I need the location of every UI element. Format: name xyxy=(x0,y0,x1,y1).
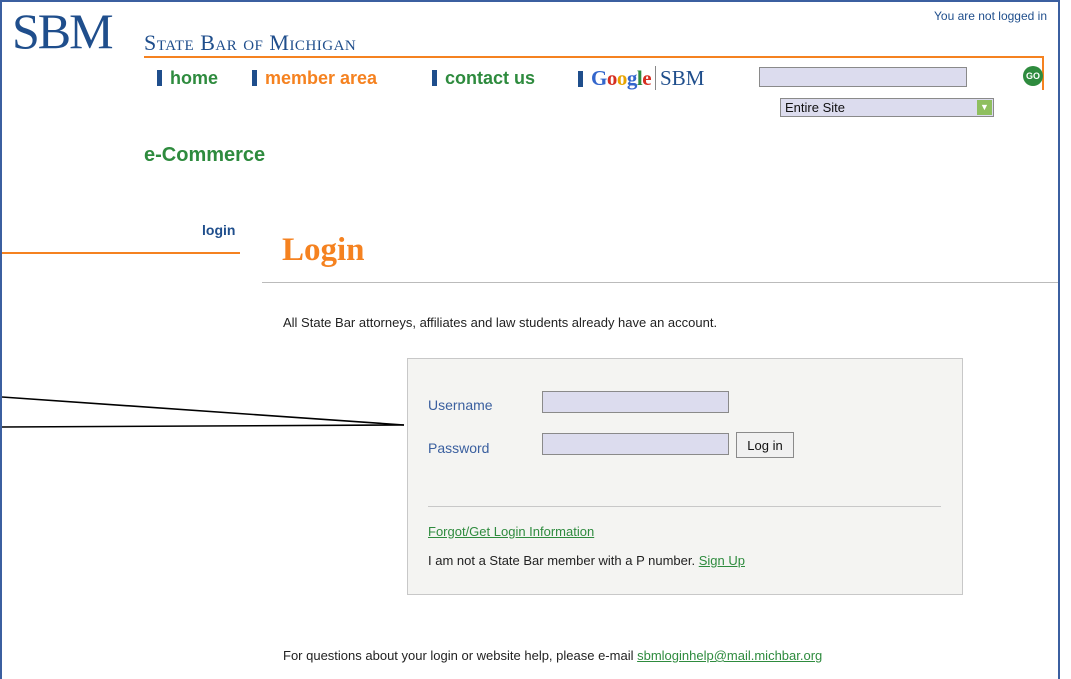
form-divider xyxy=(428,506,941,507)
header-divider xyxy=(144,56,1044,58)
intro-text: All State Bar attorneys, affiliates and … xyxy=(283,315,718,330)
callout-line-upper xyxy=(1,396,405,426)
site-title: State Bar of Michigan xyxy=(144,30,357,55)
google-sbm-logo: Google SBM xyxy=(578,66,705,91)
sidebar-item-login[interactable]: login xyxy=(202,222,235,238)
search-scope-select[interactable]: Entire Site ▼ xyxy=(780,98,994,117)
nav-contact-label: contact us xyxy=(445,68,536,88)
google-logo-word: Google xyxy=(591,66,652,90)
nav-bullet-icon xyxy=(157,70,162,86)
search-scope-value: Entire Site xyxy=(785,100,845,115)
login-status: You are not logged in xyxy=(934,9,1047,23)
sidebar-divider xyxy=(2,252,240,254)
nav-member-label: member area xyxy=(265,68,378,88)
window-frame-right xyxy=(1058,0,1060,679)
callout-fill xyxy=(2,397,404,427)
help-line: For questions about your login or websit… xyxy=(283,648,822,663)
sbm-logo[interactable]: SBM xyxy=(12,3,114,59)
google-sbm-suffix: SBM xyxy=(655,66,705,90)
password-field[interactable] xyxy=(542,433,729,455)
nav-member-area-link[interactable]: member area xyxy=(252,68,377,89)
nav-bullet-icon xyxy=(432,70,437,86)
username-label: Username xyxy=(428,397,493,413)
forgot-login-link[interactable]: Forgot/Get Login Information xyxy=(428,524,594,539)
search-input[interactable] xyxy=(759,67,967,87)
not-member-line: I am not a State Bar member with a P num… xyxy=(428,553,745,568)
nav-contact-link[interactable]: contact us xyxy=(432,68,535,89)
nav-bullet-icon xyxy=(252,70,257,86)
title-divider xyxy=(262,282,1058,283)
nav-home-link[interactable]: home xyxy=(157,68,218,89)
sign-up-link[interactable]: Sign Up xyxy=(699,553,745,568)
help-text: For questions about your login or websit… xyxy=(283,648,634,663)
password-label: Password xyxy=(428,440,490,456)
nav-bullet-icon xyxy=(578,71,583,87)
window-frame-left xyxy=(0,0,2,679)
log-in-button[interactable]: Log in xyxy=(736,432,794,458)
page-title: Login xyxy=(282,232,365,268)
chevron-down-icon[interactable]: ▼ xyxy=(977,100,992,115)
username-field[interactable] xyxy=(542,391,729,413)
section-title: e-Commerce xyxy=(144,144,266,166)
logo-text: SBM xyxy=(12,3,114,59)
help-email-link[interactable]: sbmloginhelp@mail.michbar.org xyxy=(637,648,822,663)
login-form: Username Password Log in Forgot/Get Logi… xyxy=(407,358,963,595)
nav-home-label: home xyxy=(170,68,219,88)
callout-line-lower xyxy=(1,424,405,428)
not-member-text: I am not a State Bar member with a P num… xyxy=(428,553,696,568)
window-frame-top xyxy=(0,0,1060,2)
go-button[interactable]: GO xyxy=(1023,66,1043,86)
